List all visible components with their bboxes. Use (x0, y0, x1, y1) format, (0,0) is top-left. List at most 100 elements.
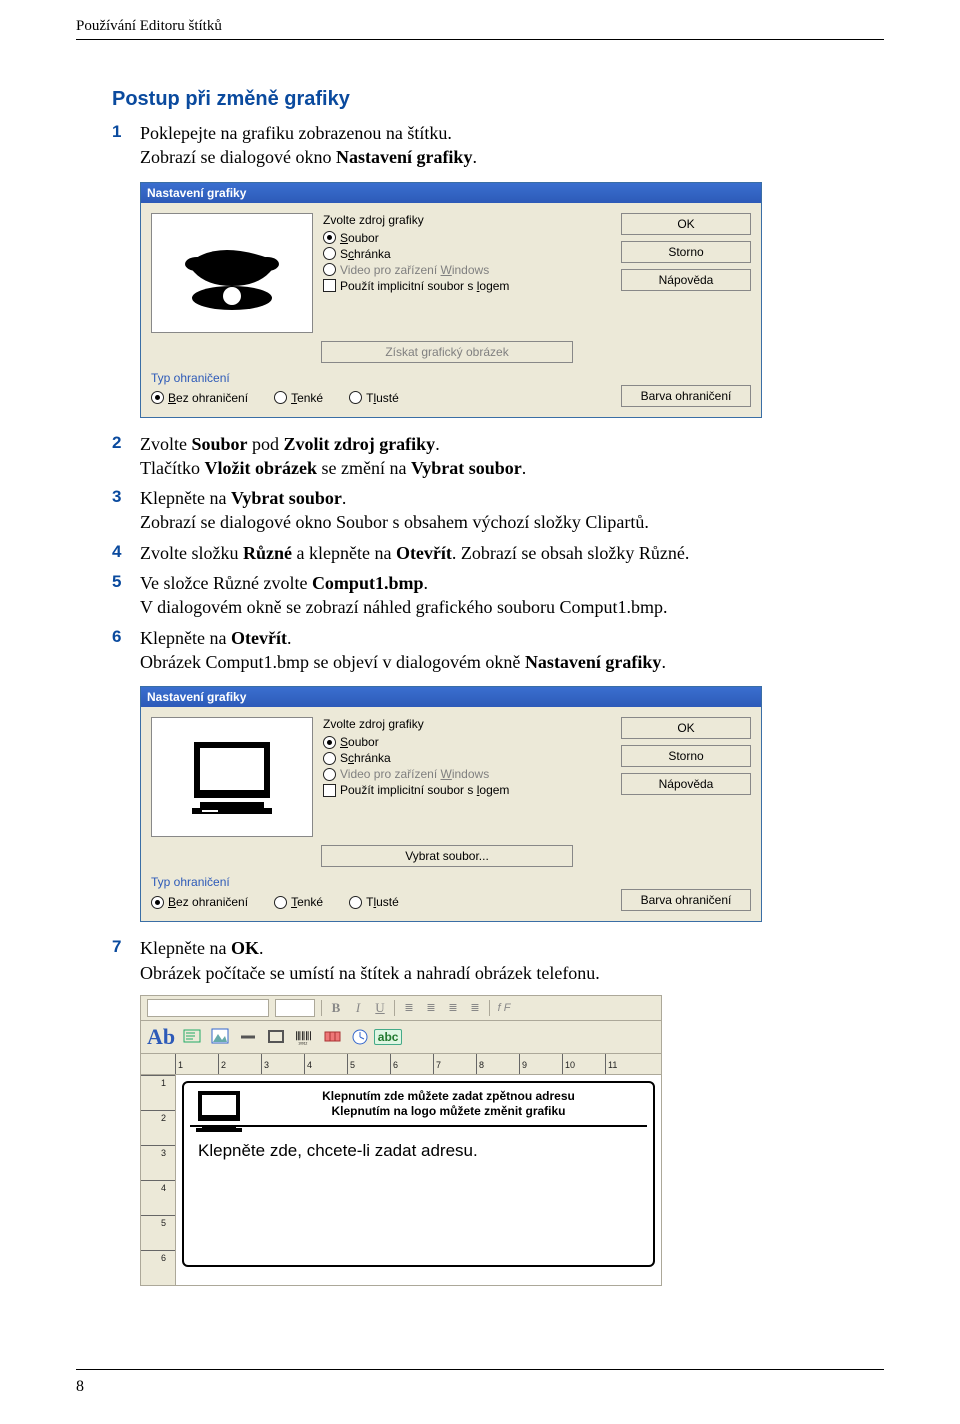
counter-object-button[interactable] (321, 1026, 343, 1048)
label-canvas[interactable]: Klepnutím zde můžete zadat zpětnou adres… (176, 1075, 661, 1285)
label-address-hint[interactable]: Klepněte zde, chcete-li zadat adresu. (198, 1141, 647, 1161)
dialog-nastaveni-grafiky-1: Nastavení grafiky (140, 182, 762, 418)
step-text: Zobrazí se dialogové okno Soubor s obsah… (140, 510, 884, 534)
page-number: 8 (76, 1378, 84, 1396)
border-color-button[interactable]: Barva ohraničení (621, 889, 751, 911)
cancel-button[interactable]: Storno (621, 241, 751, 263)
radio-soubor[interactable]: Soubor (323, 735, 611, 749)
step-5: 5 Ve složce Různé zvolte Comput1.bmp. V … (112, 571, 884, 620)
step-7: 7 Klepněte na OK. Obrázek počítače se um… (112, 936, 884, 985)
step-text: Obrázek počítače se umístí na štítek a n… (140, 961, 884, 985)
radio-empty-icon (323, 247, 336, 260)
ok-button[interactable]: OK (621, 213, 751, 235)
dialog-title: Nastavení grafiky (141, 687, 761, 707)
dialog-title: Nastavení grafiky (141, 183, 761, 203)
radio-schranka[interactable]: Schránka (323, 751, 611, 765)
source-group-title: Zvolte zdroj grafiky (323, 717, 611, 731)
label-editor: B I U ≣ ≣ ≣ ≣ f F Ab (140, 995, 662, 1286)
page-header: Používání Editoru štítků (76, 18, 884, 40)
radio-soubor[interactable]: Soubor (323, 231, 611, 245)
step-number: 6 (112, 626, 121, 649)
label-graphic-monitor[interactable] (192, 1089, 246, 1138)
radio-empty-icon (349, 391, 362, 404)
font-size-dropdown[interactable] (275, 999, 315, 1017)
step-text: V dialogovém okně se zobrazí náhled graf… (140, 595, 884, 619)
step-text: Klepněte na Vybrat soubor. (140, 486, 884, 510)
radio-border-thin[interactable]: Tenké (274, 895, 323, 909)
align-justify-button[interactable]: ≣ (467, 1000, 483, 1016)
radio-empty-icon (323, 768, 336, 781)
align-center-button[interactable]: ≣ (423, 1000, 439, 1016)
checkbox-logo[interactable]: Použít implicitní soubor s logem (323, 783, 611, 797)
checkbox-logo[interactable]: Použít implicitní soubor s logem (323, 279, 611, 293)
separator-icon (394, 1000, 395, 1016)
section-title: Postup při změně grafiky (112, 88, 884, 111)
source-group-title: Zvolte zdroj grafiky (323, 213, 611, 227)
phone-icon (172, 228, 292, 318)
step-text: Klepněte na Otevřít. (140, 626, 884, 650)
footer-rule (76, 1369, 884, 1370)
label-return-address-hint[interactable]: Klepnutím zde můžete zadat zpětnou adres… (250, 1089, 647, 1104)
label-divider (190, 1125, 647, 1127)
preview-image-monitor (151, 717, 313, 837)
font-scale-button[interactable]: f F (496, 1000, 512, 1016)
radio-border-thick[interactable]: Tlusté (349, 895, 399, 909)
cancel-button[interactable]: Storno (621, 745, 751, 767)
help-button[interactable]: Nápověda (621, 773, 751, 795)
step-text: Zvolte složku Různé a klepněte na Otevří… (140, 541, 884, 565)
radio-empty-icon (323, 263, 336, 276)
line-object-button[interactable] (237, 1026, 259, 1048)
step-number: 3 (112, 486, 121, 509)
border-color-button[interactable]: Barva ohraničení (621, 385, 751, 407)
step-text: Zobrazí se dialogové okno Nastavení graf… (140, 145, 884, 169)
align-right-button[interactable]: ≣ (445, 1000, 461, 1016)
step-1: 1 Poklepejte na grafiku zobrazenou na št… (112, 121, 884, 170)
radio-border-thick[interactable]: Tlusté (349, 391, 399, 405)
checkbox-icon (323, 784, 336, 797)
step-3: 3 Klepněte na Vybrat soubor. Zobrazí se … (112, 486, 884, 535)
radio-video: Video pro zařízení Windows (323, 263, 611, 277)
underline-button[interactable]: U (372, 1000, 388, 1016)
svg-text:10012: 10012 (298, 1041, 307, 1045)
datetime-object-button[interactable] (349, 1026, 371, 1048)
step-number: 1 (112, 121, 121, 144)
checkbox-icon (323, 279, 336, 292)
radio-empty-icon (274, 896, 287, 909)
step-text: Ve složce Různé zvolte Comput1.bmp. (140, 571, 884, 595)
bold-button[interactable]: B (328, 1000, 344, 1016)
help-button[interactable]: Nápověda (621, 269, 751, 291)
font-family-dropdown[interactable] (147, 999, 269, 1017)
choose-file-button[interactable]: Vybrat soubor... (321, 845, 573, 867)
radio-empty-icon (323, 752, 336, 765)
step-number: 2 (112, 432, 121, 455)
radio-border-none[interactable]: Bez ohraničení (151, 391, 248, 405)
ok-button[interactable]: OK (621, 717, 751, 739)
label-logo-hint[interactable]: Klepnutím na logo můžete změnit grafiku (250, 1104, 647, 1119)
rect-object-button[interactable] (265, 1026, 287, 1048)
get-image-button: Získat grafický obrázek (321, 341, 573, 363)
format-toolbar: B I U ≣ ≣ ≣ ≣ f F (141, 996, 661, 1021)
radio-empty-icon (274, 391, 287, 404)
align-left-button[interactable]: ≣ (401, 1000, 417, 1016)
step-number: 4 (112, 541, 121, 564)
image-object-button[interactable] (209, 1026, 231, 1048)
step-2: 2 Zvolte Soubor pod Zvolit zdroj grafiky… (112, 432, 884, 481)
radio-dot-icon (151, 391, 164, 404)
radio-border-none[interactable]: Bez ohraničení (151, 895, 248, 909)
step-number: 7 (112, 936, 121, 959)
barcode-object-button[interactable]: 10012 (293, 1026, 315, 1048)
step-text: Poklepejte na grafiku zobrazenou na štít… (140, 121, 884, 145)
radio-schranka[interactable]: Schránka (323, 247, 611, 261)
step-text: Klepněte na OK. (140, 936, 884, 960)
step-6: 6 Klepněte na Otevřít. Obrázek Comput1.b… (112, 626, 884, 675)
dialog-nastaveni-grafiky-2: Nastavení grafiky (140, 686, 762, 922)
step-text: Obrázek Comput1.bmp se objeví v dialogov… (140, 650, 884, 674)
address-object-button[interactable] (181, 1026, 203, 1048)
text-object-button[interactable]: Ab (147, 1024, 175, 1050)
step-text: Zvolte Soubor pod Zvolit zdroj grafiky. (140, 432, 884, 456)
italic-button[interactable]: I (350, 1000, 366, 1016)
radio-empty-icon (349, 896, 362, 909)
curved-text-button[interactable]: abc (377, 1026, 399, 1048)
radio-border-thin[interactable]: Tenké (274, 391, 323, 405)
radio-dot-icon (151, 896, 164, 909)
